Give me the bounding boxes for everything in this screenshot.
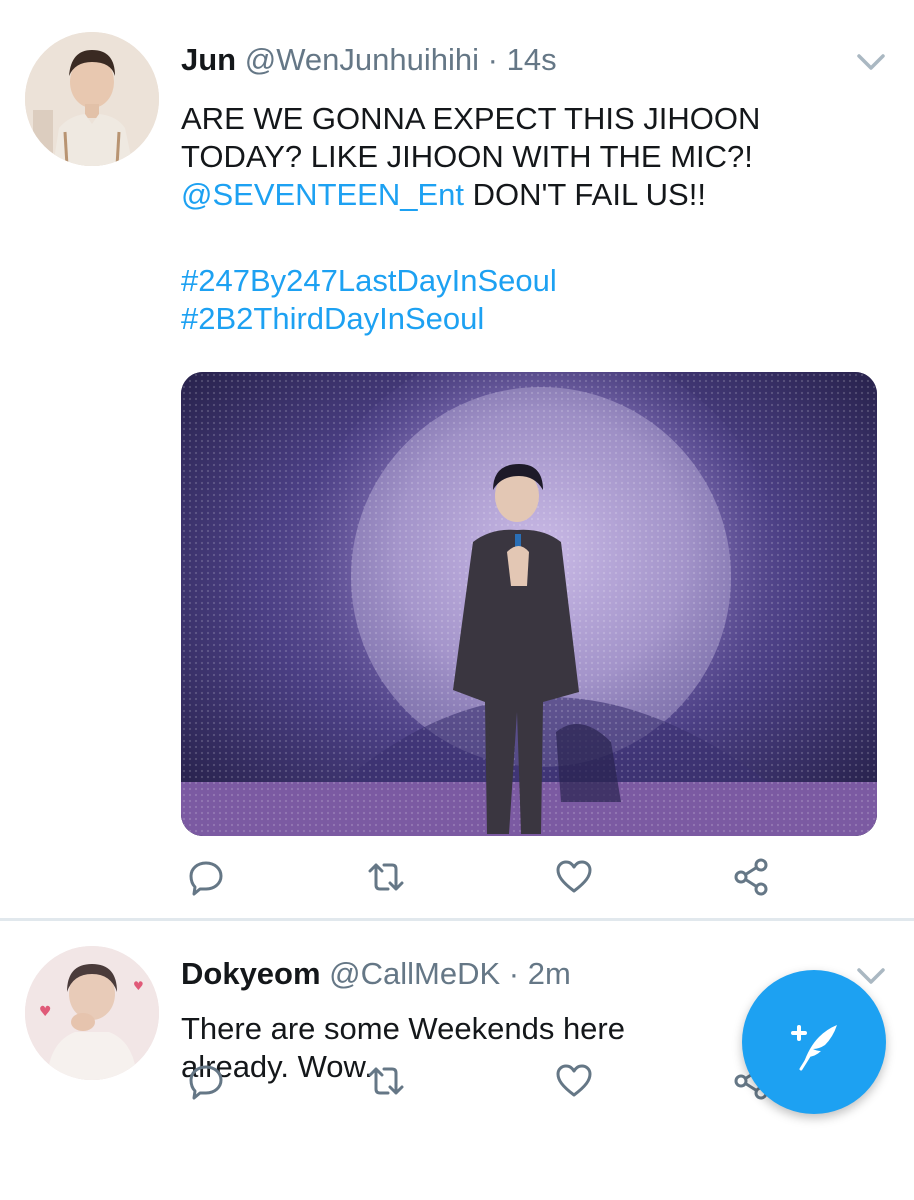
separator: · xyxy=(487,42,498,77)
timestamp[interactable]: 2m xyxy=(528,956,571,991)
hashtag-link[interactable]: #2B2ThirdDayInSeoul xyxy=(181,300,881,338)
tweet-media[interactable] xyxy=(181,372,877,836)
display-name[interactable]: Jun xyxy=(181,42,236,77)
like-button[interactable] xyxy=(549,852,599,902)
tweet-actions xyxy=(181,1056,791,1106)
text-line: TODAY? LIKE JIHOON WITH THE MIC?! xyxy=(181,139,753,174)
reply-icon xyxy=(189,1065,223,1100)
text-line: ARE WE GONNA EXPECT THIS JIHOON xyxy=(181,101,761,136)
heart-icon xyxy=(556,1064,592,1097)
tweet[interactable]: Jun @WenJunhuihihi · 14s ARE WE GONNA EX… xyxy=(0,0,914,920)
reply-icon xyxy=(189,861,223,896)
reply-button[interactable] xyxy=(181,1056,231,1106)
avatar-photo xyxy=(25,32,159,166)
user-handle[interactable]: @WenJunhuihihi xyxy=(245,42,479,77)
concert-photo xyxy=(181,372,877,836)
svg-text:♥: ♥ xyxy=(39,1004,52,1020)
display-name[interactable]: Dokyeom xyxy=(181,956,321,991)
compose-tweet-button[interactable] xyxy=(742,970,886,1114)
tweet-header: Dokyeom @CallMeDK · 2m xyxy=(181,956,571,992)
tweet-header: Jun @WenJunhuihihi · 14s xyxy=(181,42,557,78)
user-handle[interactable]: @CallMeDK xyxy=(329,956,500,991)
tweet-text: ARE WE GONNA EXPECT THIS JIHOON TODAY? L… xyxy=(181,100,881,338)
share-button[interactable] xyxy=(726,852,776,902)
timestamp[interactable]: 14s xyxy=(507,42,557,77)
retweet-button[interactable] xyxy=(361,852,411,902)
svg-text:♥: ♥ xyxy=(133,979,144,993)
mention-link[interactable]: @SEVENTEEN_Ent xyxy=(181,177,464,212)
avatar-photo: ♥ ♥ xyxy=(25,946,159,1080)
share-icon xyxy=(734,858,768,896)
compose-tweet-icon xyxy=(791,1025,837,1071)
avatar[interactable] xyxy=(25,32,159,166)
like-button[interactable] xyxy=(549,1056,599,1106)
avatar[interactable]: ♥ ♥ xyxy=(25,946,159,1080)
text-line: @SEVENTEEN_Ent DON'T FAIL US!! xyxy=(181,176,881,214)
heart-icon xyxy=(556,860,592,893)
hashtag-link[interactable]: #247By247LastDayInSeoul xyxy=(181,262,881,300)
chevron-down-icon[interactable] xyxy=(856,966,886,986)
tweet-actions xyxy=(181,852,791,902)
separator: · xyxy=(508,956,520,991)
text-suffix: DON'T FAIL US!! xyxy=(464,177,706,212)
chevron-down-icon[interactable] xyxy=(856,52,886,72)
divider xyxy=(0,918,914,921)
reply-button[interactable] xyxy=(181,852,231,902)
retweet-icon xyxy=(368,1067,404,1095)
retweet-icon xyxy=(368,863,404,891)
retweet-button[interactable] xyxy=(361,1056,411,1106)
